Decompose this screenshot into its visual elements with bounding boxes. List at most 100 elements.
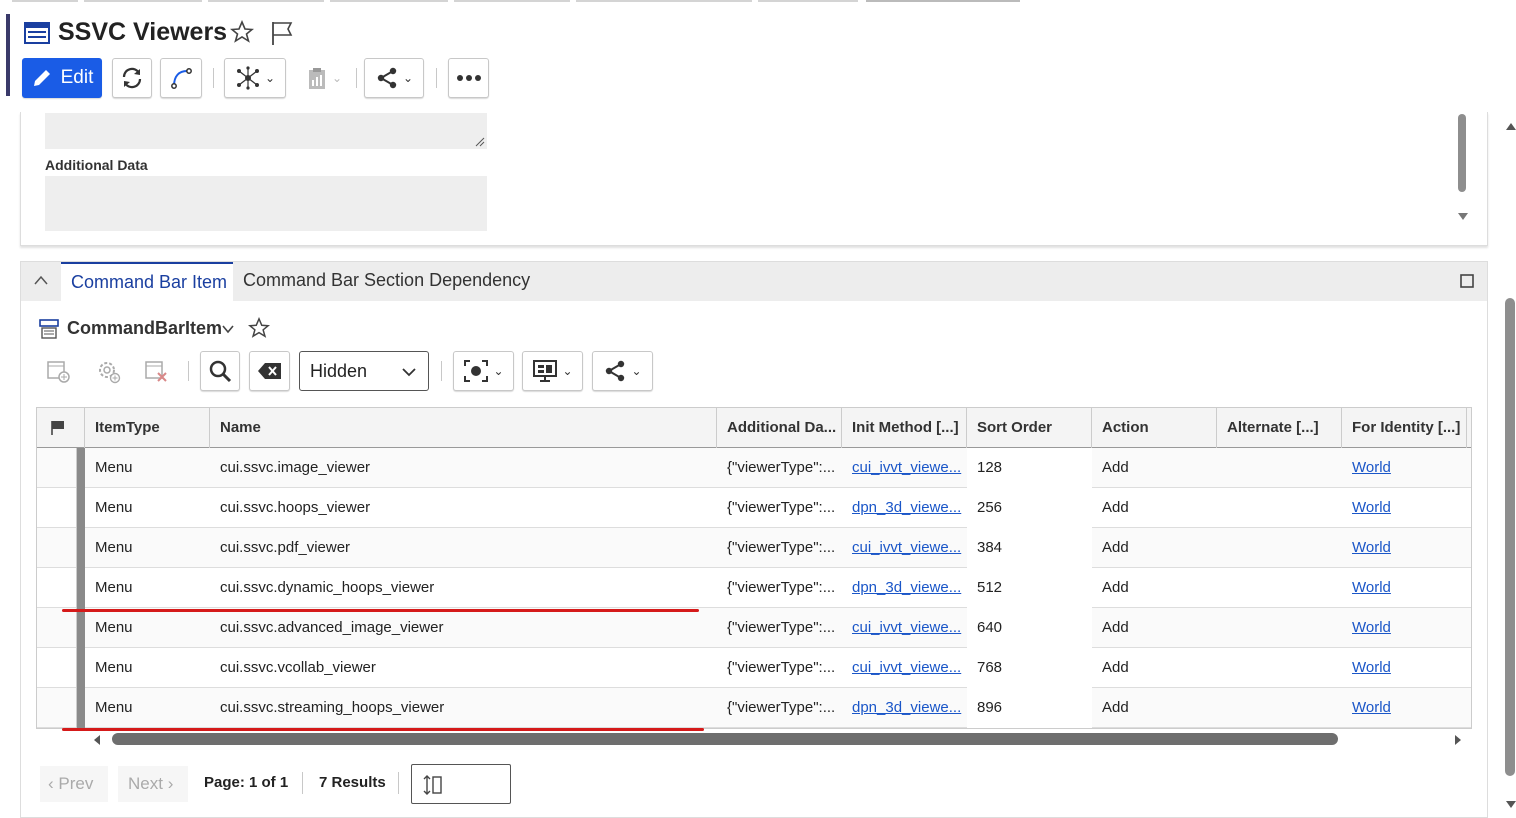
- cell-action: Add: [1092, 448, 1217, 488]
- cell-init-method[interactable]: cui_ivvt_viewe...: [842, 448, 967, 488]
- structure-view-button[interactable]: ⌄: [224, 58, 286, 98]
- more-actions-button[interactable]: [448, 58, 489, 98]
- prev-label: Prev: [58, 774, 94, 793]
- next-page-button[interactable]: Next ›: [118, 766, 188, 802]
- cell-for-identity-text[interactable]: World: [1352, 699, 1391, 716]
- column-header-additional-data[interactable]: Additional Da...: [717, 408, 842, 448]
- cell-for-identity-text[interactable]: World: [1352, 499, 1391, 516]
- prev-page-button[interactable]: ‹ Prev: [40, 766, 108, 802]
- share-button[interactable]: ⌄: [364, 58, 424, 98]
- cell-for-identity[interactable]: World: [1342, 448, 1467, 488]
- cell-init-method-text[interactable]: dpn_3d_viewe...: [852, 699, 961, 716]
- column-header-init-method[interactable]: Init Method [...]: [842, 408, 967, 448]
- cell-for-identity[interactable]: World: [1342, 528, 1467, 568]
- more-dots-icon: [456, 75, 481, 81]
- chevron-down-icon[interactable]: [221, 324, 235, 334]
- grid-horizontal-scrollbar-thumb[interactable]: [112, 733, 1338, 745]
- collapse-chevron-up-icon[interactable]: [33, 274, 49, 286]
- scroll-up-arrow-icon[interactable]: [1505, 121, 1516, 131]
- column-header-for-identity[interactable]: For Identity [...]: [1342, 408, 1467, 448]
- add-item-button[interactable]: [38, 351, 78, 391]
- chevron-down-icon: ⌄: [493, 364, 504, 378]
- cell-for-identity[interactable]: World: [1342, 688, 1467, 728]
- search-mode-select[interactable]: Hidden: [299, 351, 429, 391]
- table-row[interactable]: Menu cui.ssvc.pdf_viewer {"viewerType":...…: [37, 528, 1471, 568]
- scroll-right-arrow-icon[interactable]: [1453, 734, 1463, 746]
- table-row[interactable]: Menu cui.ssvc.hoops_viewer {"viewerType":.…: [37, 488, 1471, 528]
- grid-share-button[interactable]: ⌄: [592, 351, 653, 391]
- cell-for-identity-text[interactable]: World: [1352, 539, 1391, 556]
- row-selector[interactable]: [37, 688, 77, 728]
- row-selector[interactable]: [37, 488, 77, 528]
- workflow-button[interactable]: [160, 58, 202, 98]
- views-button[interactable]: ⌄: [453, 351, 514, 391]
- cell-for-identity[interactable]: World: [1342, 648, 1467, 688]
- display-button[interactable]: ⌄: [522, 351, 583, 391]
- cell-for-identity[interactable]: World: [1342, 568, 1467, 608]
- table-row[interactable]: Menu cui.ssvc.advanced_image_viewer {"view…: [37, 608, 1471, 648]
- cell-init-method[interactable]: cui_ivvt_viewe...: [842, 648, 967, 688]
- add-row-icon: [47, 361, 70, 383]
- favorite-star-icon[interactable]: [248, 317, 270, 339]
- resize-handle-icon[interactable]: [475, 137, 485, 147]
- cell-init-method-text[interactable]: cui_ivvt_viewe...: [852, 659, 961, 676]
- cell-for-identity-text[interactable]: World: [1352, 459, 1391, 476]
- scroll-down-arrow-icon[interactable]: [1457, 212, 1469, 222]
- cell-for-identity[interactable]: World: [1342, 488, 1467, 528]
- column-header-itemtype[interactable]: ItemType: [85, 408, 210, 448]
- tab-command-bar-item[interactable]: Command Bar Item: [61, 262, 233, 301]
- search-button[interactable]: [200, 351, 240, 391]
- form-scrollbar-thumb[interactable]: [1458, 114, 1466, 192]
- maximize-icon[interactable]: [1460, 274, 1474, 288]
- table-row[interactable]: Menu cui.ssvc.streaming_hoops_viewer {"vie…: [37, 688, 1471, 728]
- table-row[interactable]: Menu cui.ssvc.vcollab_viewer {"viewerType"…: [37, 648, 1471, 688]
- row-selector[interactable]: [37, 448, 77, 488]
- item-type-title: CommandBarItem: [67, 318, 223, 338]
- scroll-down-arrow-icon[interactable]: [1505, 800, 1516, 810]
- remove-item-button[interactable]: [136, 351, 176, 391]
- cell-alternate: [1217, 488, 1342, 528]
- favorite-star-icon[interactable]: [230, 20, 254, 44]
- page-scrollbar-thumb[interactable]: [1505, 298, 1515, 776]
- cell-action-text: Add: [1102, 459, 1129, 476]
- cell-action: Add: [1092, 608, 1217, 648]
- row-selector[interactable]: [37, 648, 77, 688]
- cell-for-identity[interactable]: World: [1342, 608, 1467, 648]
- refresh-button[interactable]: [112, 58, 152, 98]
- column-header-alternate[interactable]: Alternate [...]: [1217, 408, 1342, 448]
- tab-command-bar-section-dependency[interactable]: Command Bar Section Dependency: [243, 270, 530, 291]
- cell-init-method[interactable]: dpn_3d_viewe...: [842, 568, 967, 608]
- scroll-left-arrow-icon[interactable]: [92, 734, 102, 746]
- cell-additional-data: {"viewerType":...: [717, 648, 842, 688]
- page-indicator: Page: 1 of 1: [204, 774, 289, 791]
- cell-init-method[interactable]: dpn_3d_viewe...: [842, 688, 967, 728]
- row-selector[interactable]: [37, 608, 77, 648]
- row-selector[interactable]: [37, 568, 77, 608]
- cell-init-method[interactable]: dpn_3d_viewe...: [842, 488, 967, 528]
- cell-for-identity-text[interactable]: World: [1352, 659, 1391, 676]
- cell-for-identity-text[interactable]: World: [1352, 579, 1391, 596]
- cell-init-method[interactable]: cui_ivvt_viewe...: [842, 528, 967, 568]
- flag-column-header[interactable]: [37, 408, 85, 448]
- table-row[interactable]: Menu cui.ssvc.image_viewer {"viewerType":.…: [37, 448, 1471, 488]
- row-selector[interactable]: [37, 528, 77, 568]
- textarea-field[interactable]: [45, 113, 487, 149]
- clear-search-button[interactable]: [249, 351, 290, 391]
- cell-init-method-text[interactable]: dpn_3d_viewe...: [852, 579, 961, 596]
- table-row[interactable]: Menu cui.ssvc.dynamic_hoops_viewer {"viewe…: [37, 568, 1471, 608]
- column-header-action[interactable]: Action: [1092, 408, 1217, 448]
- column-header-name[interactable]: Name: [210, 408, 717, 448]
- cell-init-method-text[interactable]: dpn_3d_viewe...: [852, 499, 961, 516]
- cell-init-method-text[interactable]: cui_ivvt_viewe...: [852, 539, 961, 556]
- page-size-input[interactable]: [411, 764, 511, 804]
- column-header-sort-order[interactable]: Sort Order: [967, 408, 1092, 448]
- flag-icon[interactable]: [270, 20, 294, 46]
- pick-item-button[interactable]: [88, 351, 128, 391]
- edit-button[interactable]: Edit: [22, 58, 102, 98]
- cell-init-method[interactable]: cui_ivvt_viewe...: [842, 608, 967, 648]
- cell-for-identity-text[interactable]: World: [1352, 619, 1391, 636]
- cell-init-method-text[interactable]: cui_ivvt_viewe...: [852, 619, 961, 636]
- share-icon: [377, 67, 397, 89]
- additional-data-field[interactable]: [45, 176, 487, 231]
- cell-init-method-text[interactable]: cui_ivvt_viewe...: [852, 459, 961, 476]
